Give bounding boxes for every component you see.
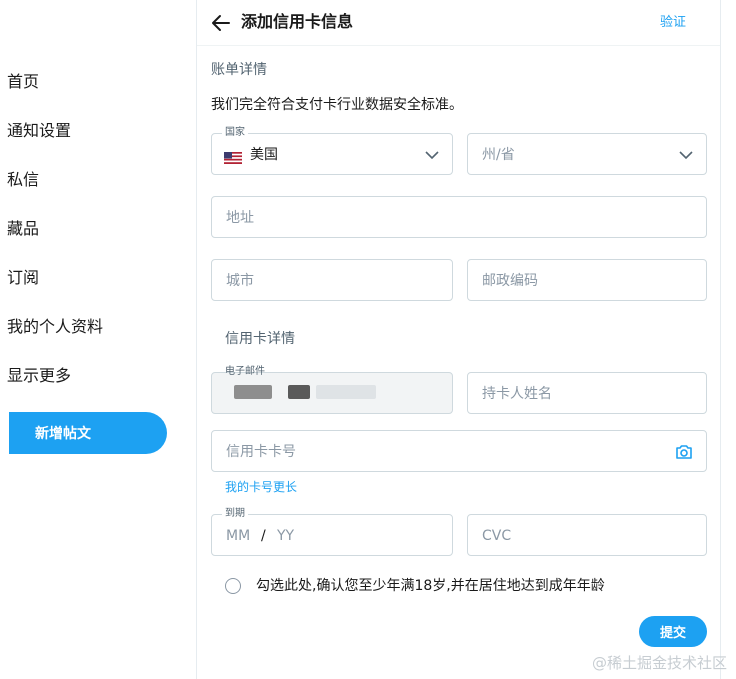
city-field[interactable]: 城市 bbox=[211, 259, 453, 301]
arrow-left-icon[interactable] bbox=[209, 11, 233, 35]
email-field: 电子邮件 bbox=[211, 366, 453, 414]
page-title: 添加信用卡信息 bbox=[241, 12, 354, 31]
longer-card-number-link[interactable]: 我的卡号更长 bbox=[225, 479, 297, 495]
cvc-field[interactable]: CVC bbox=[467, 514, 707, 556]
expiry-label: 到期 bbox=[222, 508, 248, 520]
sidebar-item-subscriptions[interactable]: 订阅 bbox=[7, 267, 39, 289]
redacted-text bbox=[234, 385, 272, 399]
add-card-panel: 添加信用卡信息 验证 账单详情 我们完全符合支付卡行业数据安全标准。 国家 美国 bbox=[196, 0, 721, 679]
card-number-field[interactable]: 信用卡卡号 bbox=[211, 430, 707, 472]
postal-code-field[interactable]: 邮政编码 bbox=[467, 259, 707, 301]
page-root: 首页 通知设置 私信 藏品 订阅 我的个人资料 显示更多 新增帖文 添加信用卡信… bbox=[0, 0, 736, 679]
sidebar: 首页 通知设置 私信 藏品 订阅 我的个人资料 显示更多 新增帖文 bbox=[0, 0, 196, 679]
redacted-text bbox=[288, 385, 310, 399]
address-field[interactable]: 地址 bbox=[211, 196, 707, 238]
billing-section-title: 账单详情 bbox=[211, 62, 267, 78]
chevron-down-icon bbox=[678, 147, 694, 163]
camera-icon[interactable] bbox=[674, 442, 694, 462]
state-placeholder: 州/省 bbox=[482, 147, 515, 163]
us-flag-icon bbox=[224, 149, 242, 164]
age-consent-text: 勾选此处,确认您至少年满18岁,并在居住地达到成年年龄 bbox=[256, 578, 605, 594]
expiry-field[interactable]: 到期 MM / YY bbox=[211, 508, 453, 556]
cvc-placeholder: CVC bbox=[482, 528, 512, 544]
cardholder-name-field[interactable]: 持卡人姓名 bbox=[467, 372, 707, 414]
cardholder-placeholder: 持卡人姓名 bbox=[482, 386, 552, 402]
address-placeholder: 地址 bbox=[226, 210, 254, 226]
watermark: @稀土掘金技术社区 bbox=[592, 654, 728, 672]
expiry-separator: / bbox=[261, 528, 266, 544]
expiry-month-placeholder: MM bbox=[226, 528, 251, 544]
email-label: 电子邮件 bbox=[225, 366, 265, 377]
verify-button[interactable]: 验证 bbox=[660, 14, 686, 32]
card-section-title: 信用卡详情 bbox=[225, 331, 295, 347]
expiry-year-placeholder: YY bbox=[277, 528, 295, 544]
sidebar-item-profile[interactable]: 我的个人资料 bbox=[7, 316, 103, 338]
country-select[interactable]: 国家 美国 bbox=[211, 127, 453, 175]
state-select[interactable]: 州/省 bbox=[467, 133, 707, 175]
sidebar-item-home[interactable]: 首页 bbox=[7, 71, 39, 93]
new-post-button[interactable]: 新增帖文 bbox=[9, 412, 167, 454]
panel-header: 添加信用卡信息 验证 bbox=[197, 0, 720, 46]
country-value: 美国 bbox=[250, 147, 278, 163]
pci-description: 我们完全符合支付卡行业数据安全标准。 bbox=[211, 97, 463, 113]
country-label: 国家 bbox=[222, 127, 248, 139]
postal-placeholder: 邮政编码 bbox=[482, 273, 538, 289]
sidebar-item-more[interactable]: 显示更多 bbox=[7, 365, 71, 387]
age-consent-radio[interactable] bbox=[225, 578, 241, 594]
city-placeholder: 城市 bbox=[226, 273, 254, 289]
chevron-down-icon bbox=[424, 147, 440, 163]
sidebar-item-collections[interactable]: 藏品 bbox=[7, 218, 39, 240]
sidebar-item-messages[interactable]: 私信 bbox=[7, 169, 39, 191]
redacted-text bbox=[316, 385, 376, 399]
card-number-placeholder: 信用卡卡号 bbox=[226, 444, 296, 460]
sidebar-item-notifications[interactable]: 通知设置 bbox=[7, 120, 71, 142]
submit-button[interactable]: 提交 bbox=[639, 616, 707, 647]
